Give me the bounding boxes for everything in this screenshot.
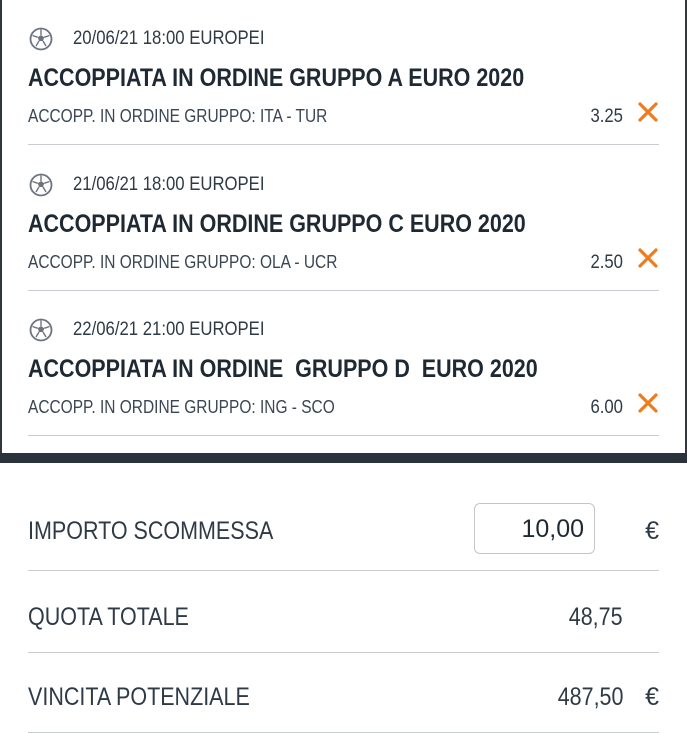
bet-odds: 2.50: [590, 252, 623, 273]
stake-label: IMPORTO SCOMMESSA: [28, 517, 274, 545]
close-icon[interactable]: [636, 100, 660, 124]
total-odds-row: QUOTA TOTALE 48,75: [28, 571, 659, 653]
soccer-ball-icon: [29, 173, 53, 197]
section-divider: [0, 453, 687, 463]
potential-win-value: 487,50: [557, 683, 623, 711]
bet-item: 21/06/21 18:00 EUROPEI ACCOPPIATA IN ORD…: [28, 146, 659, 291]
bet-title: ACCOPPIATA IN ORDINE GRUPPO A EURO 2020: [28, 64, 525, 92]
bet-date-competition: 20/06/21 18:00 EUROPEI: [73, 28, 265, 49]
bet-title: ACCOPPIATA IN ORDINE GRUPPO D EURO 2020: [28, 355, 538, 383]
bet-meta: 20/06/21 18:00 EUROPEI: [28, 26, 291, 52]
close-icon[interactable]: [636, 246, 660, 270]
bet-meta: 21/06/21 18:00 EUROPEI: [28, 172, 291, 198]
frame-left-border: [0, 0, 2, 456]
soccer-ball-icon: [29, 27, 53, 51]
bet-selection: ACCOPP. IN ORDINE GRUPPO: ING - SCO: [28, 397, 335, 417]
bet-selection: ACCOPP. IN ORDINE GRUPPO: OLA - UCR: [28, 252, 338, 272]
potential-win-row: VINCITA POTENZIALE 487,50 €: [28, 653, 659, 733]
bet-odds: 3.25: [590, 106, 623, 127]
stake-field[interactable]: [474, 503, 595, 554]
bet-selection: ACCOPP. IN ORDINE GRUPPO: ITA - TUR: [28, 106, 328, 126]
bet-title: ACCOPPIATA IN ORDINE GRUPPO C EURO 2020: [28, 210, 526, 238]
bet-item: 20/06/21 18:00 EUROPEI ACCOPPIATA IN ORD…: [28, 0, 659, 145]
bet-item: 22/06/21 21:00 EUROPEI ACCOPPIATA IN ORD…: [28, 291, 659, 436]
total-odds-label: QUOTA TOTALE: [28, 603, 189, 631]
potential-win-currency: €: [645, 683, 659, 711]
stake-currency: €: [645, 517, 659, 545]
bet-meta: 22/06/21 21:00 EUROPEI: [28, 317, 291, 343]
soccer-ball-icon: [29, 318, 53, 342]
bet-date-competition: 22/06/21 21:00 EUROPEI: [73, 319, 265, 340]
total-odds-value: 48,75: [569, 603, 623, 631]
close-icon[interactable]: [636, 391, 660, 415]
stake-input[interactable]: [484, 514, 584, 544]
bet-date-competition: 21/06/21 18:00 EUROPEI: [73, 174, 265, 195]
bet-odds: 6.00: [590, 397, 623, 418]
potential-win-label: VINCITA POTENZIALE: [28, 683, 250, 711]
